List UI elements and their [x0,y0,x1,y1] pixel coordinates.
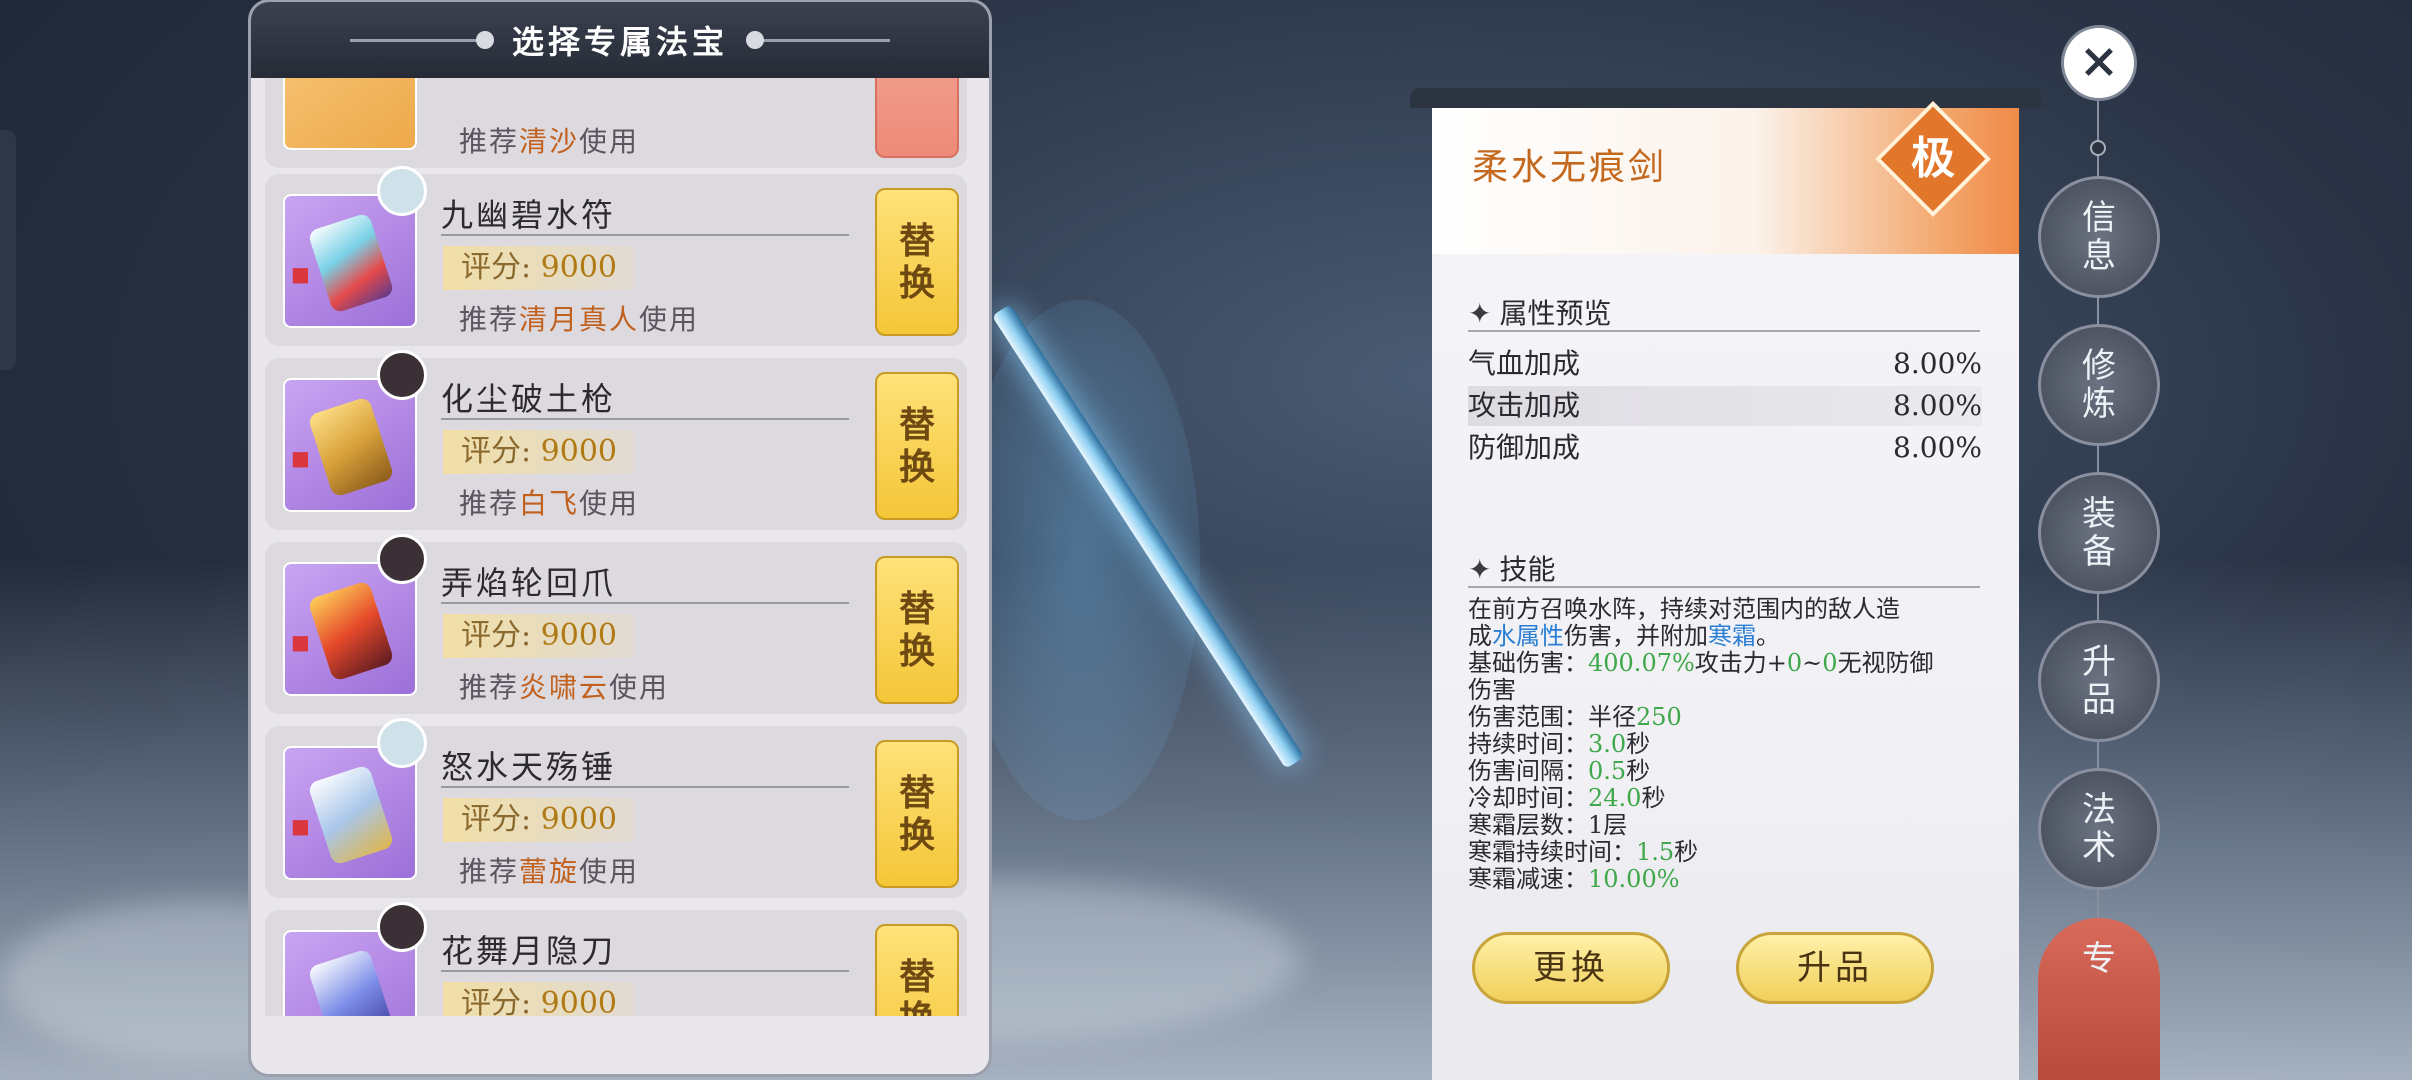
recommended-hero-avatar [377,534,427,584]
lock-icon: ■ [291,630,310,654]
change-button[interactable]: 更换 [1472,932,1670,1004]
list-item[interactable]: 推荐清沙使用 [265,78,967,168]
divider [1468,586,1980,588]
recommend-text: 推荐炎啸云使用 [459,671,670,704]
skill-description: 在前方召唤水阵，持续对范围内的敌人造 成水属性伤害，并附加寒霜。 基础伤害：40… [1468,595,1934,893]
panel-title: 选择专属法宝 [511,23,728,61]
detail-treasure-name: 柔水无痕剑 [1472,147,1668,188]
spear-art [307,396,395,498]
attr-row: 攻击加成 8.00% [1468,386,1982,426]
treasure-name: 化尘破土枪 [441,380,617,418]
attr-row: 防御加成 8.00% [1468,431,1982,464]
treasure-name: 花舞月隐刀 [441,932,617,970]
sparkle-icon: ✦ [1468,553,1492,586]
list-item[interactable]: ■ 弄焰轮回爪 评分: 9000 推荐炎啸云使用 替换 [265,534,967,714]
talisman-art [307,212,395,314]
treasure-name: 怒水天殇锤 [441,748,617,786]
score-badge: 评分: 9000 [443,798,636,842]
nav-tab-exclusive[interactable]: 专 [2038,918,2160,1080]
list-item[interactable]: ■ 九幽碧水符 评分: 9000 推荐清月真人使用 替换 [265,166,967,346]
divider [441,786,849,788]
treasure-select-panel: 选择专属法宝 推荐清沙使用 ■ 九幽碧水符 评分: 9000 推荐清月真人使用 … [251,2,989,1074]
rarity-badge-text: 极 [1911,133,1955,184]
score-badge: 评分: 9000 [443,246,636,290]
treasure-detail-panel: 柔水无痕剑 极 ✦ 属性预览 气血加成 8.00% 攻击加成 8.00% 防御加成 8.… [1432,101,2019,1080]
nav-tab-upgrade[interactable]: 升品 [2038,620,2160,742]
nav-rail-dot [2090,140,2106,156]
treasure-list[interactable]: 推荐清沙使用 ■ 九幽碧水符 评分: 9000 推荐清月真人使用 替换 ■ 化尘… [265,78,973,1016]
skill-section-title: ✦ 技能 [1468,553,1556,586]
divider [441,602,849,604]
recommend-text: 推荐清月真人使用 [459,303,700,336]
panel-footer [251,1016,989,1074]
detail-header: 柔水无痕剑 极 [1432,101,2019,254]
replace-button[interactable]: 替换 [875,372,959,520]
replace-button[interactable] [875,78,959,158]
score-badge: 评分: 9000 [443,614,636,658]
replace-button[interactable]: 替换 [875,188,959,336]
attr-row: 气血加成 8.00% [1468,347,1982,380]
nav-tab-spell[interactable]: 法术 [2038,768,2160,890]
nav-tab-equipment[interactable]: 装备 [2038,472,2160,594]
list-item[interactable]: ■ 化尘破土枪 评分: 9000 推荐白飞使用 替换 [265,350,967,530]
divider [441,418,849,420]
treasure-name: 弄焰轮回爪 [441,564,617,602]
detail-panel-cap [1410,88,2042,108]
recommend-text: 推荐白飞使用 [459,487,640,520]
recommend-text: 推荐清沙使用 [459,125,640,158]
lock-icon: ■ [291,814,310,838]
header-ornament-left [349,30,494,49]
claw-art [307,580,395,682]
recommend-text: 推荐蕾旋使用 [459,855,640,888]
treasure-icon [283,78,417,150]
attr-section-title: ✦ 属性预览 [1468,297,1612,330]
recommended-hero-avatar [377,718,427,768]
recommended-hero-avatar [377,902,427,952]
blade-art [307,948,395,1016]
replace-button[interactable]: 替换 [875,740,959,888]
sparkle-icon: ✦ [1468,297,1492,330]
close-icon[interactable]: × [2064,28,2134,98]
replace-button[interactable]: 替换 [875,924,959,1016]
left-edge-tab[interactable] [0,130,16,370]
lock-icon: ■ [291,262,310,286]
divider [441,234,849,236]
treasure-name: 九幽碧水符 [441,196,617,234]
nav-tab-cultivate[interactable]: 修炼 [2038,324,2160,446]
upgrade-button[interactable]: 升品 [1736,932,1934,1004]
divider [1468,330,1980,332]
nav-tab-info[interactable]: 信息 [2038,176,2160,298]
lock-icon: ■ [291,446,310,470]
recommended-hero-avatar [377,350,427,400]
recommended-hero-avatar [377,166,427,216]
list-item[interactable]: ■ 怒水天殇锤 评分: 9000 推荐蕾旋使用 替换 [265,718,967,898]
header-ornament-right [746,30,890,49]
score-badge: 评分: 9000 [443,430,636,474]
hammer-art [307,764,395,866]
panel-header: 选择专属法宝 [251,2,989,78]
score-badge: 评分: 9000 [443,982,636,1016]
divider [441,970,849,972]
list-item[interactable]: 花舞月隐刀 评分: 9000 替换 [265,902,967,1016]
replace-button[interactable]: 替换 [875,556,959,704]
